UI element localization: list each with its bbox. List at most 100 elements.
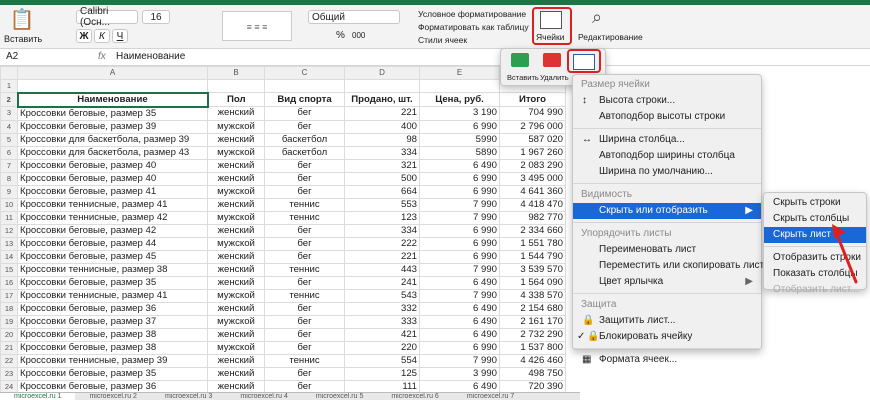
cell[interactable]: 6 490 xyxy=(419,301,500,316)
cell[interactable]: бег xyxy=(264,314,345,329)
row-header[interactable]: 10 xyxy=(0,197,18,212)
row-header[interactable]: 18 xyxy=(0,301,18,316)
row-header[interactable]: 20 xyxy=(0,327,18,342)
row-header[interactable]: 8 xyxy=(0,171,18,186)
cell[interactable] xyxy=(207,79,265,93)
cell[interactable]: 98 xyxy=(344,132,420,147)
cell[interactable]: 6 490 xyxy=(419,158,500,173)
cell[interactable]: 6 990 xyxy=(419,119,500,134)
formula-input[interactable]: Наименование xyxy=(116,51,185,62)
delete-label[interactable]: Удалить xyxy=(540,73,569,82)
cell[interactable]: Кроссовки теннисные, размер 39 xyxy=(17,353,208,368)
row-header[interactable]: 13 xyxy=(0,236,18,251)
cell[interactable]: 553 xyxy=(344,197,420,212)
sheet-tab[interactable]: microexcel.ru 5 xyxy=(302,393,377,400)
table-header-cell[interactable]: Вид спорта xyxy=(264,92,345,107)
sheet-tab[interactable]: microexcel.ru 3 xyxy=(151,393,226,400)
cell[interactable]: бег xyxy=(264,119,345,134)
cell[interactable]: мужской xyxy=(207,210,265,225)
cell[interactable]: 241 xyxy=(344,275,420,290)
cell[interactable]: бег xyxy=(264,223,345,238)
cell[interactable]: Кроссовки беговые, размер 37 xyxy=(17,314,208,329)
cell[interactable]: 2 796 000 xyxy=(499,119,566,134)
cell[interactable]: 554 xyxy=(344,353,420,368)
row-header[interactable]: 1 xyxy=(0,79,18,93)
cell[interactable]: 7 990 xyxy=(419,262,500,277)
cell[interactable]: теннис xyxy=(264,197,345,212)
cell[interactable]: Кроссовки беговые, размер 40 xyxy=(17,171,208,186)
row-header[interactable]: 12 xyxy=(0,223,18,238)
cell[interactable]: 221 xyxy=(344,106,420,121)
cell[interactable]: 6 490 xyxy=(419,327,500,342)
cell[interactable]: 3 495 000 xyxy=(499,171,566,186)
cell[interactable]: Кроссовки теннисные, размер 42 xyxy=(17,210,208,225)
menu-col-width[interactable]: ↔ Ширина столбца... xyxy=(573,132,761,148)
cell[interactable]: Кроссовки беговые, размер 41 xyxy=(17,184,208,199)
row-header[interactable]: 11 xyxy=(0,210,18,225)
cell[interactable]: бег xyxy=(264,236,345,251)
format-table-button[interactable]: Форматировать как таблицу xyxy=(418,22,529,32)
name-box[interactable]: A2 xyxy=(6,51,18,62)
cell[interactable]: женский xyxy=(207,366,265,381)
font-size-select[interactable]: 16 xyxy=(142,10,170,24)
cell[interactable]: Кроссовки беговые, размер 38 xyxy=(17,340,208,355)
cell[interactable]: 4 426 460 xyxy=(499,353,566,368)
spreadsheet-grid[interactable]: ABCDEF12НаименованиеПолВид спортаПродано… xyxy=(0,66,580,400)
cell[interactable]: 2 161 170 xyxy=(499,314,566,329)
cell[interactable]: Кроссовки беговые, размер 42 xyxy=(17,223,208,238)
cell[interactable]: женский xyxy=(207,158,265,173)
cell[interactable]: 4 418 470 xyxy=(499,197,566,212)
cell[interactable]: 332 xyxy=(344,301,420,316)
submenu-hide-rows[interactable]: Скрыть строки xyxy=(764,195,866,211)
cell[interactable]: Кроссовки беговые, размер 44 xyxy=(17,236,208,251)
cell[interactable]: теннис xyxy=(264,288,345,303)
cell[interactable]: 3 539 570 xyxy=(499,262,566,277)
cell[interactable]: женский xyxy=(207,301,265,316)
cell[interactable]: мужской xyxy=(207,184,265,199)
cell[interactable]: бег xyxy=(264,171,345,186)
cell[interactable] xyxy=(419,79,500,93)
cell[interactable]: Кроссовки беговые, размер 36 xyxy=(17,301,208,316)
cell[interactable]: женский xyxy=(207,106,265,121)
row-header[interactable]: 16 xyxy=(0,275,18,290)
cell[interactable]: мужской xyxy=(207,236,265,251)
cell[interactable]: 2 334 660 xyxy=(499,223,566,238)
row-header[interactable]: 2 xyxy=(0,92,18,107)
column-header[interactable]: B xyxy=(207,66,265,80)
insert-label[interactable]: Вставить xyxy=(507,73,539,82)
menu-format-cells[interactable]: ▦ Формата ячеек... xyxy=(573,352,761,368)
cell[interactable] xyxy=(264,79,345,93)
cell[interactable]: бег xyxy=(264,301,345,316)
cell[interactable]: 125 xyxy=(344,366,420,381)
sheet-tab[interactable]: microexcel.ru 7 xyxy=(453,393,528,400)
cell[interactable]: Кроссовки беговые, размер 35 xyxy=(17,366,208,381)
menu-lock-cell[interactable]: ✓ 🔒 Блокировать ячейку xyxy=(573,329,761,345)
sheet-tab[interactable]: microexcel.ru 1 xyxy=(0,393,76,400)
cell[interactable]: 3 990 xyxy=(419,366,500,381)
cell[interactable]: 333 xyxy=(344,314,420,329)
cell[interactable]: 221 xyxy=(344,249,420,264)
cell[interactable]: 6 990 xyxy=(419,223,500,238)
cond-format-button[interactable]: Условное форматирование xyxy=(418,9,526,19)
cell[interactable]: 334 xyxy=(344,145,420,160)
cell[interactable]: мужской xyxy=(207,288,265,303)
cell[interactable]: 7 990 xyxy=(419,288,500,303)
row-header[interactable]: 22 xyxy=(0,353,18,368)
cell[interactable]: Кроссовки для баскетбола, размер 43 xyxy=(17,145,208,160)
row-header[interactable]: 4 xyxy=(0,119,18,134)
cell[interactable]: мужской xyxy=(207,119,265,134)
cell[interactable]: Кроссовки теннисные, размер 41 xyxy=(17,197,208,212)
cell[interactable]: бег xyxy=(264,366,345,381)
search-icon[interactable]: ⌕ xyxy=(592,7,602,28)
cell[interactable]: Кроссовки для баскетбола, размер 39 xyxy=(17,132,208,147)
font-name-select[interactable]: Calibri (Осн... xyxy=(76,6,138,28)
cell[interactable]: 1 564 090 xyxy=(499,275,566,290)
menu-hide-show[interactable]: Скрыть или отобразить ▶ xyxy=(573,203,761,219)
cell[interactable]: 6 490 xyxy=(419,314,500,329)
cell[interactable]: 664 xyxy=(344,184,420,199)
cell[interactable]: Кроссовки беговые, размер 35 xyxy=(17,275,208,290)
cell[interactable]: женский xyxy=(207,223,265,238)
delete-icon[interactable] xyxy=(543,53,561,67)
row-header[interactable]: 17 xyxy=(0,288,18,303)
column-header[interactable]: A xyxy=(17,66,208,80)
